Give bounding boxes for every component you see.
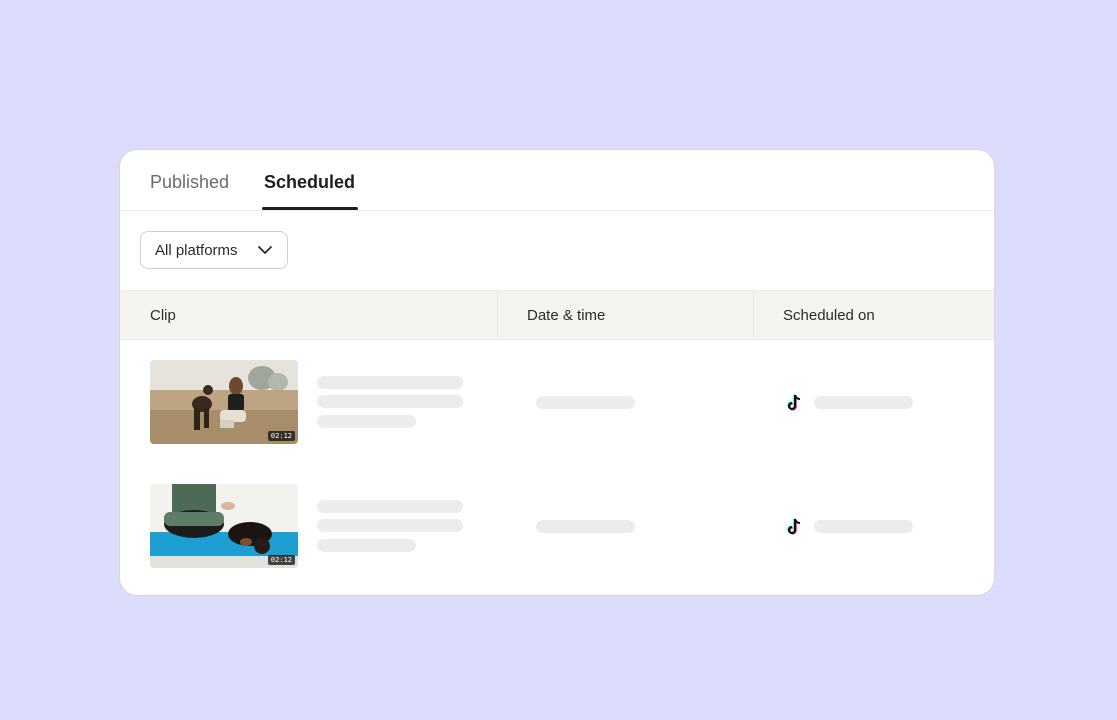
date-placeholder <box>536 396 635 409</box>
tab-scheduled[interactable]: Scheduled <box>264 172 355 193</box>
title-placeholder <box>317 519 463 532</box>
clip-thumbnail[interactable]: 02:12 <box>150 484 298 568</box>
title-placeholder <box>317 415 416 428</box>
date-placeholder <box>536 520 635 533</box>
platform-filter-label: All platforms <box>155 241 238 259</box>
column-header-clip: Clip <box>150 307 176 324</box>
filter-row: All platforms <box>120 211 994 290</box>
title-placeholder <box>317 500 463 513</box>
chevron-down-icon <box>258 246 272 254</box>
tab-published[interactable]: Published <box>150 172 229 193</box>
platform-filter-dropdown[interactable]: All platforms <box>140 231 288 269</box>
clip-thumbnail[interactable]: 02:12 <box>150 360 298 444</box>
column-divider <box>497 291 498 339</box>
video-duration: 02:12 <box>267 555 295 565</box>
tiktok-icon <box>787 518 801 535</box>
title-placeholder <box>317 395 463 408</box>
title-placeholder <box>317 539 416 552</box>
title-placeholder <box>317 376 463 389</box>
column-header-date-time: Date & time <box>527 307 606 324</box>
video-duration: 02:12 <box>267 431 295 441</box>
tab-bar: Published Scheduled <box>120 150 994 211</box>
column-header-scheduled-on: Scheduled on <box>783 307 875 324</box>
platform-account-placeholder <box>814 520 913 533</box>
tiktok-icon <box>787 394 801 411</box>
column-divider <box>753 291 754 339</box>
platform-account-placeholder <box>814 396 913 409</box>
table-row[interactable]: 02:12 <box>120 340 994 464</box>
table-row[interactable]: 02:12 <box>120 464 994 588</box>
active-tab-indicator <box>262 207 358 210</box>
clips-card: Published Scheduled All platforms Clip D… <box>119 149 995 596</box>
page-backdrop: Published Scheduled All platforms Clip D… <box>0 0 1117 720</box>
table-header: Clip Date & time Scheduled on <box>120 290 994 340</box>
